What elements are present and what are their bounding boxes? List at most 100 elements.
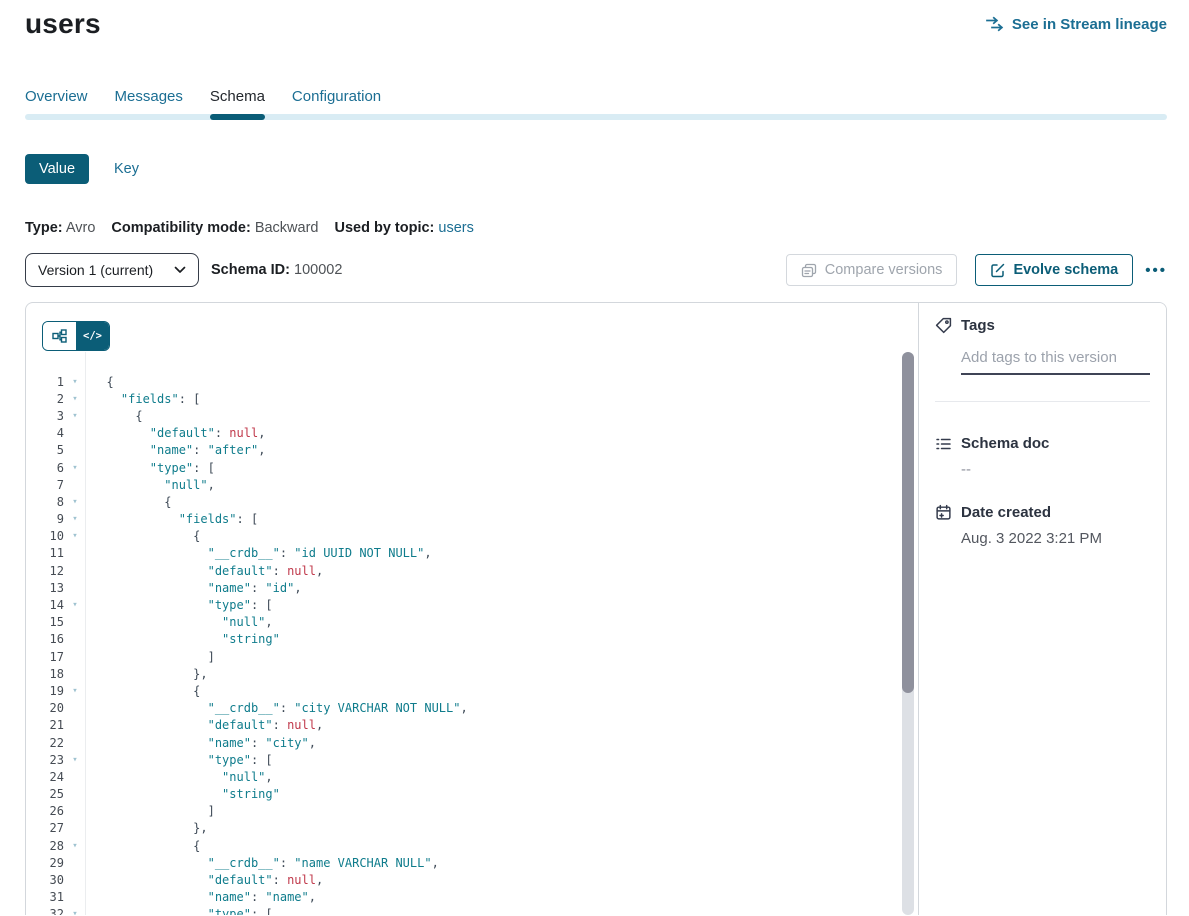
- version-select-value: Version 1 (current): [38, 262, 153, 278]
- page-header: users See in Stream lineage: [25, 0, 1167, 40]
- code-line: 12 "default": null,: [26, 562, 918, 579]
- code-text: {: [86, 409, 143, 423]
- key-toggle-button[interactable]: Key: [114, 161, 139, 177]
- line-number: 28: [26, 839, 64, 853]
- code-text: "type": [: [86, 461, 215, 475]
- line-number: 12: [26, 564, 64, 578]
- code-line: 31 "name": "name",: [26, 889, 918, 906]
- fold-marker-icon[interactable]: ▾: [64, 600, 86, 610]
- schema-sidebar: Tags Schema doc --: [918, 303, 1166, 915]
- line-number: 3: [26, 409, 64, 423]
- tab-underline-track: [25, 114, 1167, 120]
- code-line: 19▾ {: [26, 682, 918, 699]
- line-number: 6: [26, 461, 64, 475]
- code-view-button[interactable]: </>: [76, 322, 109, 350]
- code-text: "null",: [86, 478, 215, 492]
- code-line: 24 "null",: [26, 768, 918, 785]
- fold-marker-icon[interactable]: ▾: [64, 394, 86, 404]
- sidebar-divider: [935, 401, 1150, 402]
- topic-link[interactable]: users: [438, 220, 473, 236]
- stream-lineage-link[interactable]: See in Stream lineage: [986, 16, 1167, 33]
- page-title: users: [25, 8, 101, 40]
- line-number: 5: [26, 443, 64, 457]
- line-number: 26: [26, 804, 64, 818]
- code-line: 21 "default": null,: [26, 717, 918, 734]
- code-text: "default": null,: [86, 564, 323, 578]
- line-number: 4: [26, 426, 64, 440]
- code-text: },: [86, 667, 208, 681]
- fold-marker-icon[interactable]: ▾: [64, 377, 86, 387]
- code-line: 4 "default": null,: [26, 425, 918, 442]
- fold-marker-icon[interactable]: ▾: [64, 686, 86, 696]
- used-by-topic-label: Used by topic:: [334, 220, 434, 236]
- editor-scrollbar-track[interactable]: [902, 352, 914, 915]
- schema-editor[interactable]: </> 1▾ {2▾ "fields": [3▾ {4 "default": n…: [26, 303, 918, 915]
- date-created-value: Aug. 3 2022 3:21 PM: [961, 530, 1150, 547]
- value-toggle-button[interactable]: Value: [25, 154, 89, 184]
- tab-messages[interactable]: Messages: [115, 88, 183, 106]
- tree-view-icon: [52, 329, 67, 343]
- code-text: "name": "name",: [86, 890, 316, 904]
- evolve-schema-button[interactable]: Evolve schema: [975, 254, 1133, 286]
- tab-configuration[interactable]: Configuration: [292, 88, 381, 106]
- schema-type-label: Type:: [25, 220, 63, 236]
- compare-versions-label: Compare versions: [825, 262, 943, 278]
- editor-scrollbar-thumb[interactable]: [902, 352, 914, 693]
- date-created-icon: [935, 504, 952, 521]
- schema-page: users See in Stream lineage Overview Mes…: [0, 0, 1189, 915]
- code-line: 16 "string": [26, 631, 918, 648]
- line-number: 16: [26, 632, 64, 646]
- code-viewer[interactable]: 1▾ {2▾ "fields": [3▾ {4 "default": null,…: [26, 373, 918, 915]
- more-options-button[interactable]: •••: [1145, 262, 1167, 279]
- code-text: "__crdb__": "id UUID NOT NULL",: [86, 546, 432, 560]
- code-text: "string": [86, 632, 280, 646]
- evolve-schema-icon: [990, 263, 1005, 278]
- code-line: 22 "name": "city",: [26, 734, 918, 751]
- code-text: {: [86, 529, 200, 543]
- tree-view-button[interactable]: [43, 322, 76, 350]
- code-view-icon: </>: [83, 330, 102, 342]
- code-line: 20 "__crdb__": "city VARCHAR NOT NULL",: [26, 700, 918, 717]
- line-number: 13: [26, 581, 64, 595]
- code-line: 32▾ "type": [: [26, 906, 918, 915]
- schema-meta-row: Type: Avro Compatibility mode: Backward …: [25, 220, 1167, 236]
- line-number: 21: [26, 718, 64, 732]
- fold-marker-icon[interactable]: ▾: [64, 497, 86, 507]
- line-number: 19: [26, 684, 64, 698]
- code-line: 2▾ "fields": [: [26, 390, 918, 407]
- code-text: "default": null,: [86, 873, 323, 887]
- line-number: 32: [26, 907, 64, 915]
- schema-doc-header: Schema doc: [935, 435, 1150, 452]
- code-text: "type": [: [86, 753, 273, 767]
- schema-panel: </> 1▾ {2▾ "fields": [3▾ {4 "default": n…: [25, 302, 1167, 915]
- line-number: 1: [26, 375, 64, 389]
- tab-overview[interactable]: Overview: [25, 88, 88, 106]
- fold-marker-icon[interactable]: ▾: [64, 411, 86, 421]
- code-text: "null",: [86, 615, 273, 629]
- line-number: 17: [26, 650, 64, 664]
- code-text: {: [86, 495, 171, 509]
- code-line: 9▾ "fields": [: [26, 511, 918, 528]
- fold-marker-icon[interactable]: ▾: [64, 514, 86, 524]
- version-toolbar: Version 1 (current) Schema ID: 100002 Co…: [25, 253, 1167, 287]
- fold-marker-icon[interactable]: ▾: [64, 841, 86, 851]
- fold-marker-icon[interactable]: ▾: [64, 463, 86, 473]
- version-select[interactable]: Version 1 (current): [25, 253, 199, 287]
- stream-lineage-icon: [986, 16, 1004, 32]
- tag-icon: [935, 317, 952, 334]
- code-line: 8▾ {: [26, 493, 918, 510]
- line-number: 8: [26, 495, 64, 509]
- code-text: "__crdb__": "name VARCHAR NULL",: [86, 856, 439, 870]
- fold-marker-icon[interactable]: ▾: [64, 909, 86, 915]
- schema-id-label: Schema ID:: [211, 262, 290, 278]
- fold-marker-icon[interactable]: ▾: [64, 755, 86, 765]
- code-line: 10▾ {: [26, 528, 918, 545]
- date-created-section: Date created Aug. 3 2022 3:21 PM: [935, 504, 1150, 547]
- code-line: 11 "__crdb__": "id UUID NOT NULL",: [26, 545, 918, 562]
- tags-input[interactable]: [961, 349, 1150, 375]
- schema-type: Type: Avro: [25, 220, 95, 236]
- fold-marker-icon[interactable]: ▾: [64, 531, 86, 541]
- compare-versions-button[interactable]: Compare versions: [786, 254, 958, 286]
- code-line: 1▾ {: [26, 373, 918, 390]
- tab-schema[interactable]: Schema: [210, 88, 265, 106]
